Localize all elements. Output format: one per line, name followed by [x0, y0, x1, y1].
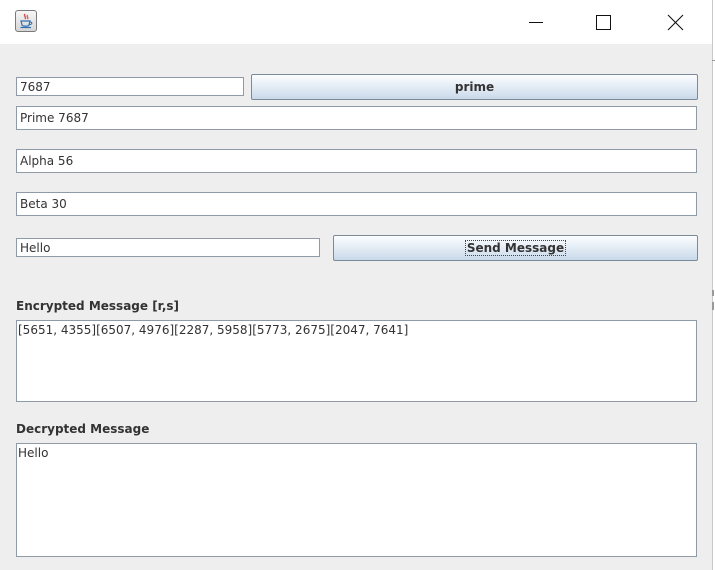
background-edge: [712, 290, 714, 296]
title-bar[interactable]: [0, 0, 712, 44]
beta-field[interactable]: [16, 192, 697, 216]
background-edge: [712, 302, 714, 310]
prime-button-label: prime: [454, 80, 495, 94]
maximize-icon: [596, 15, 611, 30]
prime-field[interactable]: [16, 106, 697, 130]
java-cup-icon[interactable]: [15, 10, 37, 32]
application-window: prime Send Message Encrypted Message [r,…: [0, 0, 713, 570]
minimize-button[interactable]: [512, 0, 558, 44]
maximize-button[interactable]: [581, 0, 627, 44]
prime-button[interactable]: prime: [251, 74, 698, 100]
message-input[interactable]: [16, 238, 320, 257]
send-message-button[interactable]: Send Message: [333, 235, 698, 261]
encrypted-message-area[interactable]: [5651, 4355][6507, 4976][2287, 5958][577…: [16, 320, 697, 402]
number-input[interactable]: [16, 77, 244, 96]
alpha-field[interactable]: [16, 149, 697, 173]
encrypted-message-label: Encrypted Message [r,s]: [16, 299, 180, 313]
close-button[interactable]: [652, 0, 698, 44]
close-icon: [667, 14, 684, 31]
decrypted-message-label: Decrypted Message: [16, 422, 150, 436]
decrypted-message-area[interactable]: Hello: [16, 443, 697, 557]
send-message-button-label: Send Message: [464, 240, 567, 256]
minimize-icon: [529, 22, 543, 23]
